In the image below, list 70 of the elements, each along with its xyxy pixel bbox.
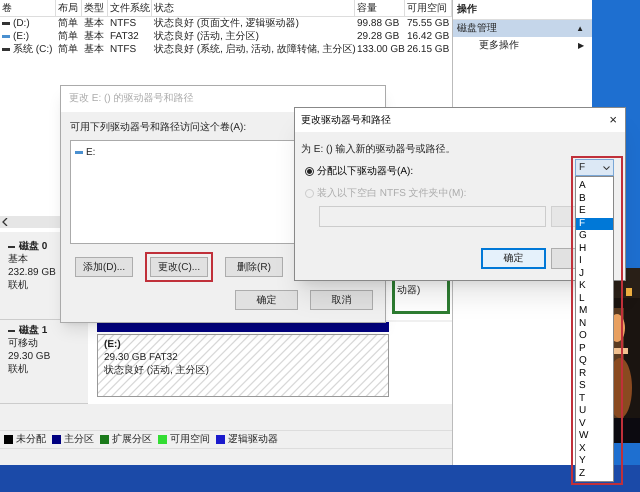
dialog-button[interactable]: 删除(R) [225,257,283,277]
disk-type: 基本 [8,253,29,266]
table-cell-text: 简单 [57,17,79,30]
drive-icon [2,22,10,25]
partition-size: 29.30 GB FAT32 [104,351,179,364]
dropdown-option[interactable]: F [576,218,613,230]
table-cell-text: 状态良好 (页面文件, 逻辑驱动器) [153,17,300,30]
disk-size: 29.30 GB [8,350,52,363]
ok-button[interactable]: 确定 [481,248,546,269]
disk-status: 联机 [8,279,29,292]
table-cell-text: 基本 [83,30,105,43]
table-cell-text: NTFS [109,17,138,30]
dialog-button[interactable]: 更改(C)... [150,257,208,277]
drive-icon [2,35,10,38]
table-cell-text: 75.55 GB [406,17,450,30]
table-cell: 系统 (C:) [13,43,52,56]
legend-label: 主分区 [64,432,94,447]
disk-size: 232.89 GB [8,266,57,279]
table-cell-text: 基本 [83,17,105,30]
list-item[interactable]: E: [86,145,96,160]
action-label: 磁盘管理 [457,22,497,36]
action-item[interactable]: 磁盘管理 ▲ [453,20,592,37]
drive-icon [75,151,83,154]
table-cell-text: 简单 [57,30,79,43]
arrow-icon: ▶ [578,40,584,52]
table-cell-text: FAT32 [109,30,140,43]
legend-label: 可用空间 [170,432,210,447]
disk-name: 磁盘 0 [19,240,48,253]
action-label: 更多操作 [479,39,519,53]
disk-type: 可移动 [8,337,39,350]
table-cell-text: 基本 [83,43,105,56]
drive-letter-dropdown[interactable]: F [575,159,614,176]
dialog-title: 更改 E: () 的驱动器号和路径 [61,86,385,112]
partition-label: (E:) [104,338,122,351]
ok-button[interactable]: 确定 [235,290,298,310]
column-header[interactable]: 容量 [355,0,405,16]
dialog-button[interactable]: 添加(D)... [75,257,133,277]
list-label: 可用下列驱动器号和路径访问这个卷(A): [70,120,248,135]
table-cell-text: 简单 [57,43,79,56]
scroll-left-icon[interactable] [2,218,8,226]
cancel-button[interactable]: 取消 [310,290,373,310]
table-cell: (E:) [13,30,30,43]
chevron-down-icon [603,166,610,170]
disk-status: 联机 [8,363,29,376]
legend-label: 扩展分区 [112,432,152,447]
column-header[interactable]: 文件系统 [108,0,152,16]
table-cell-text: 29.28 GB [356,30,400,43]
table-cell-text: 133.00 GB [356,43,405,56]
radio-button[interactable] [305,167,314,176]
table-cell-text: 26.15 GB [406,43,450,56]
legend-label: 未分配 [16,432,46,447]
dialog-title: 更改驱动器号和路径 [301,114,391,128]
table-cell-text: 状态良好 (活动, 主分区) [153,30,260,43]
legend-label: 逻辑驱动器 [228,432,278,447]
table-cell-text: 16.42 GB [406,30,450,43]
close-button[interactable]: × [609,110,617,130]
column-header[interactable]: 可用空间 [405,0,452,16]
column-header[interactable]: 状态 [152,0,355,16]
table-cell-text: 99.88 GB [356,17,400,30]
table-cell: (D:) [13,17,30,30]
column-header[interactable]: 类型 [82,0,108,16]
table-cell-text: NTFS [109,43,138,56]
partition-status: 状态良好 (活动, 主分区) [104,364,210,377]
drive-icon [2,48,10,51]
column-header[interactable]: 布局 [56,0,82,16]
column-header[interactable]: 卷 [0,0,56,16]
arrow-icon: ▲ [576,22,584,34]
horizontal-scrollbar[interactable] [0,216,60,228]
disk-name: 磁盘 1 [19,324,48,337]
table-cell-text: 状态良好 (系统, 启动, 活动, 故障转储, 主分区) [153,43,355,56]
